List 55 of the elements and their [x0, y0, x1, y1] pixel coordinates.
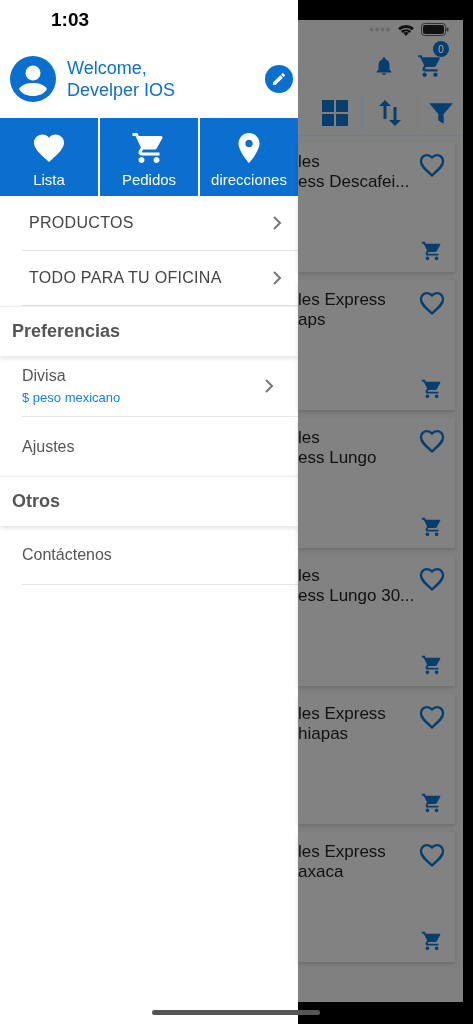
category-item[interactable]: TODO PARA TU OFICINA — [22, 266, 222, 290]
product-card[interactable]: les ess Descafei... — [298, 142, 455, 272]
product-title-line: les — [298, 152, 321, 172]
product-card[interactable]: les Express axaca — [298, 832, 455, 962]
product-card[interactable]: les ess Lungo — [298, 418, 455, 548]
chevron-right-icon — [272, 270, 282, 286]
heart-outline-icon[interactable] — [418, 152, 446, 178]
product-card[interactable]: les Express hiapas — [298, 694, 455, 824]
product-title-line: aps — [298, 310, 327, 330]
battery-icon — [421, 22, 449, 36]
menu-item[interactable]: Divisa — [22, 364, 121, 389]
menu-item[interactable]: Ajustes — [22, 434, 75, 459]
cart-icon[interactable] — [421, 516, 443, 538]
product-title-line: les Express — [298, 290, 387, 310]
welcome-text: Welcome, — [67, 57, 148, 79]
cart-count-badge: 0 — [433, 41, 449, 57]
avatar-icon — [10, 56, 56, 102]
user-name: Develper IOS — [67, 79, 177, 101]
product-title-line: les — [298, 566, 321, 586]
quick-action-button[interactable]: direcciones — [200, 118, 298, 196]
grid-view-icon[interactable] — [322, 99, 348, 126]
heart-outline-icon[interactable] — [418, 566, 446, 592]
currency-value: $ peso mexicano — [22, 389, 121, 408]
product-title-line: les Express — [298, 704, 387, 724]
sort-arrows-icon[interactable] — [378, 98, 402, 127]
quick-action-button[interactable]: Lista — [0, 118, 98, 196]
cart-icon[interactable] — [421, 240, 443, 262]
category-item[interactable]: PRODUCTOS — [22, 211, 134, 235]
cart-icon[interactable] — [417, 53, 443, 79]
wifi-icon — [397, 22, 415, 36]
status-time: 1:03 — [51, 7, 90, 32]
chevron-right-icon — [264, 378, 274, 394]
product-card[interactable]: les Express aps — [298, 280, 455, 410]
product-title-line: les — [298, 428, 321, 448]
edit-button[interactable] — [265, 65, 293, 93]
menu-item[interactable]: Contáctenos — [22, 543, 112, 567]
section-header: Preferencias — [12, 320, 121, 343]
heart-outline-icon[interactable] — [418, 290, 446, 316]
section-header: Otros — [12, 490, 60, 513]
product-title-line: hiapas — [298, 724, 350, 744]
product-title-line: ess Descafei... — [298, 172, 409, 192]
product-title-line: les Express — [298, 842, 387, 862]
heart-outline-icon[interactable] — [418, 842, 446, 868]
chevron-right-icon — [272, 215, 282, 231]
product-card[interactable]: les ess Lungo 30... — [298, 556, 455, 686]
cart-icon[interactable] — [421, 654, 443, 676]
cart-icon[interactable] — [421, 930, 443, 952]
pencil-icon — [271, 71, 287, 87]
product-title-line: axaca — [298, 862, 345, 882]
heart-outline-icon[interactable] — [418, 704, 446, 730]
cart-icon[interactable] — [421, 792, 443, 814]
quick-action-button[interactable]: Pedidos — [100, 118, 198, 196]
product-title-line: ess Lungo — [298, 448, 378, 468]
cart-icon[interactable] — [421, 378, 443, 400]
heart-outline-icon[interactable] — [418, 428, 446, 454]
